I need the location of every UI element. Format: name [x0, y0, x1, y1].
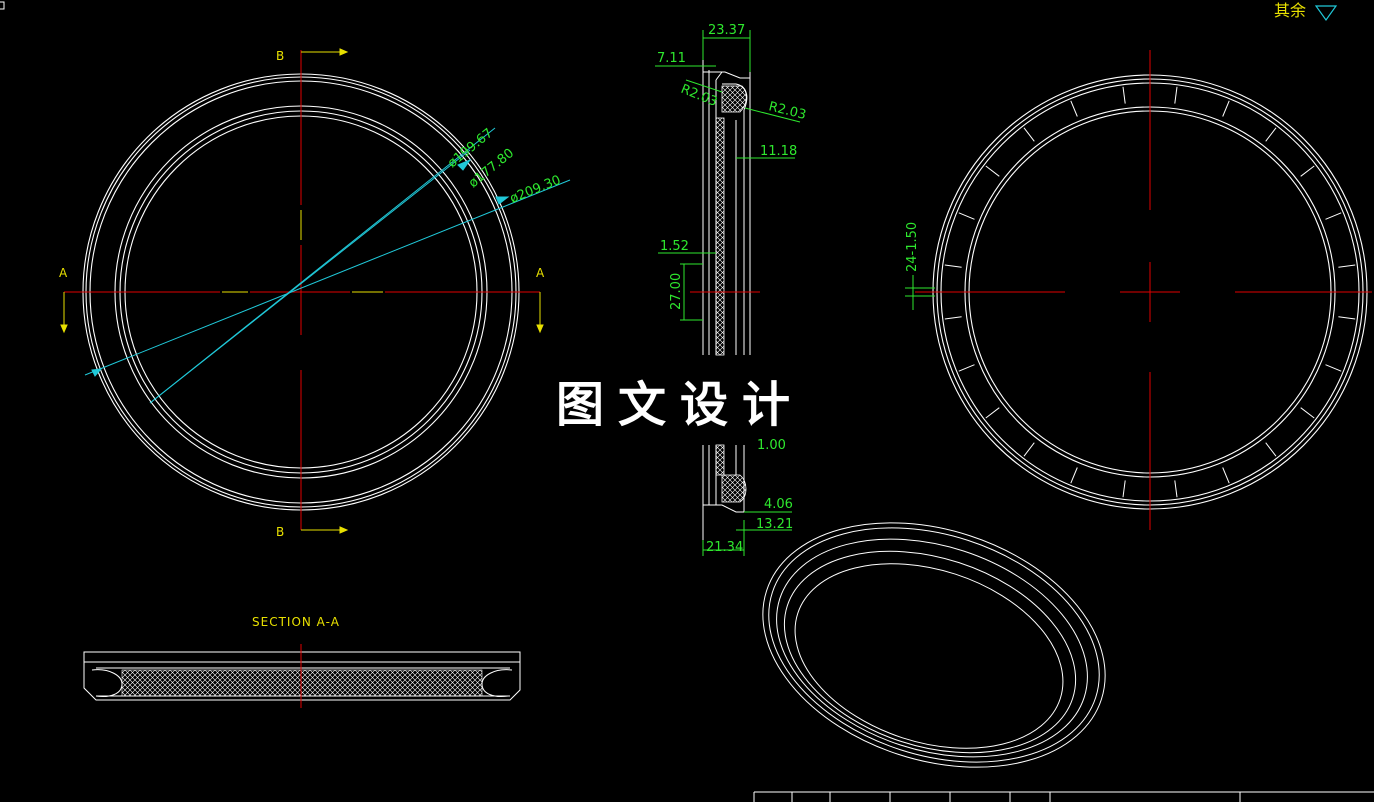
dim-inner-13: 13.21 — [756, 517, 793, 532]
rear-rib — [958, 364, 975, 372]
section-label-a-right: A — [536, 266, 545, 280]
watermark-text: 图文设计 — [556, 377, 804, 433]
rear-rib — [1265, 442, 1277, 457]
rear-rib — [1325, 364, 1342, 372]
dim-wall-1: 1.52 — [660, 239, 689, 254]
hatch-strip-upper — [715, 117, 725, 356]
rear-rib — [1265, 127, 1277, 142]
rear-rib — [1070, 467, 1078, 484]
section-label-b-top: B — [276, 49, 284, 63]
rear-rib — [1338, 316, 1356, 320]
rear-rib — [985, 407, 1000, 419]
rear-rib — [1222, 100, 1230, 117]
rear-rib — [1174, 86, 1178, 104]
section-cut-arrows — [60, 48, 544, 534]
dim-partial: 1.00 — [757, 438, 786, 453]
rear-rib — [1023, 442, 1035, 457]
front-view: B B A A ø199.67 ø177.80 ø209.30 — [59, 48, 571, 539]
section-a-view: SECTION A-A — [83, 615, 521, 708]
rear-rib — [1122, 480, 1126, 498]
front-centerlines — [64, 50, 540, 530]
dim-width-23: 23.37 — [708, 23, 745, 38]
cad-drawing-canvas[interactable]: 其余 B B A A ø199.67 ø177.80 ø209.30 23.37… — [0, 0, 1374, 802]
rear-rib — [985, 165, 1000, 177]
rear-centerlines — [915, 50, 1372, 530]
corner-note-text: 其余 — [1274, 1, 1306, 20]
dim-radius-left: R2.03 — [679, 82, 720, 110]
rear-view: 24-1.50 — [905, 50, 1372, 530]
rear-rib — [944, 264, 962, 268]
rear-rib — [958, 212, 975, 220]
rear-rib — [1222, 467, 1230, 484]
section-b-profile: 23.37 7.11 R2.03 R2.03 11.18 1.52 27.00 … — [655, 23, 808, 556]
hatch-lip-lower — [721, 474, 747, 503]
rear-rib — [1300, 407, 1315, 419]
dim-rib-count: 24-1.50 — [905, 222, 920, 272]
rear-rib — [1023, 127, 1035, 142]
rear-rib — [1338, 264, 1356, 268]
dim-diameter-209: ø209.30 — [508, 173, 563, 207]
hatch-lip-upper — [721, 85, 747, 113]
dim-height-27: 27.00 — [669, 273, 684, 310]
section-a-title: SECTION A-A — [252, 615, 340, 629]
surface-finish-note: 其余 — [1274, 1, 1338, 22]
dim-base-21: 21.34 — [706, 540, 743, 555]
dim-radius-right: R2.03 — [767, 99, 807, 123]
dim-lip-7: 7.11 — [657, 51, 686, 66]
corner-bracket-mark — [0, 1, 5, 10]
rear-rib — [1300, 165, 1315, 177]
rear-rib — [1325, 212, 1342, 220]
section-a-hatch — [121, 669, 483, 697]
title-block-fragment — [753, 791, 1374, 802]
section-label-b-bottom: B — [276, 525, 284, 539]
rear-rib — [1070, 100, 1078, 117]
surface-finish-triangle-icon — [1314, 5, 1338, 22]
dim-groove-11: 11.18 — [760, 144, 797, 159]
rear-rib — [1174, 480, 1178, 498]
rear-rib — [1122, 86, 1126, 104]
rear-rib — [944, 316, 962, 320]
hatch-strip-lower — [715, 444, 725, 476]
dim-step-4: 4.06 — [764, 497, 793, 512]
section-label-a-left: A — [59, 266, 68, 280]
